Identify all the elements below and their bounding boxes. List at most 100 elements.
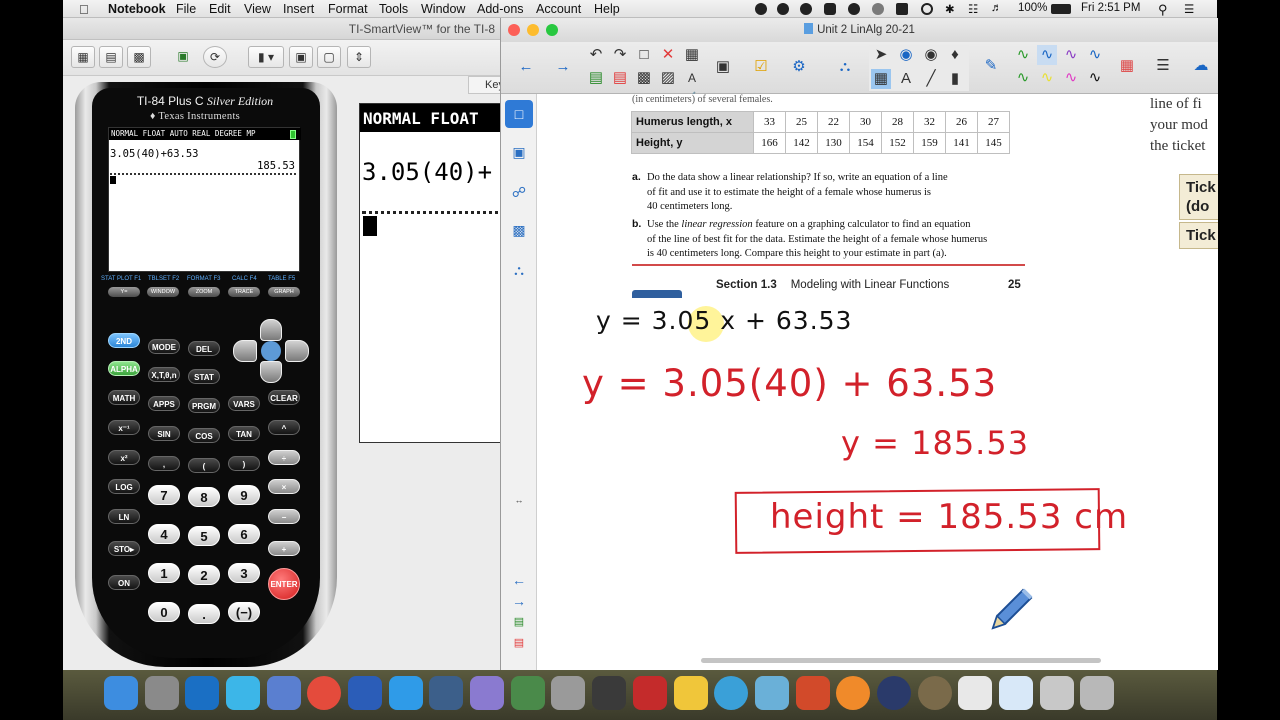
sv-open-icon[interactable]: ▤ (99, 46, 123, 68)
key-trace[interactable]: TRACE (228, 287, 260, 297)
sv-print-icon[interactable]: ▩ (127, 46, 151, 68)
pen-green-icon[interactable]: ∿ (1013, 45, 1033, 65)
magic-pen-icon[interactable]: ♦ (945, 45, 965, 65)
key-vars[interactable]: VARS (228, 396, 260, 411)
cloud-tool-icon[interactable]: ☁ (1191, 56, 1211, 76)
close-window-icon[interactable] (508, 24, 520, 36)
menu-edit[interactable]: Edit (209, 2, 231, 16)
key-window[interactable]: WINDOW (147, 287, 179, 297)
key-cos[interactable]: COS (188, 428, 220, 443)
word-icon[interactable] (348, 676, 382, 710)
system-preferences-icon[interactable] (551, 676, 585, 710)
key-3[interactable]: 3 (228, 563, 260, 583)
apple-icon[interactable]:  (79, 2, 89, 17)
key-2[interactable]: 2 (188, 565, 220, 585)
key-store[interactable]: STO▸ (108, 541, 140, 556)
line-tool-icon[interactable]: ╱ (921, 69, 941, 89)
sv-screen-capture-icon[interactable]: ▣ (289, 46, 313, 68)
notes-icon[interactable] (226, 676, 260, 710)
key-square[interactable]: x² (108, 450, 140, 465)
key-y-equals[interactable]: Y= (108, 287, 140, 297)
time-machine-icon[interactable] (921, 3, 933, 15)
screen-icon[interactable] (896, 3, 908, 15)
screenshot-icon[interactable] (1040, 676, 1074, 710)
key-mode[interactable]: MODE (148, 339, 180, 354)
color-palette-icon[interactable]: ▦ (1117, 56, 1137, 76)
record-icon[interactable] (755, 3, 767, 15)
key-8[interactable]: 8 (188, 487, 220, 507)
key-xton[interactable]: X,T,θ,n (148, 367, 180, 382)
menu-app-name[interactable]: Notebook (108, 2, 166, 16)
key-prgm[interactable]: PRGM (188, 398, 220, 413)
pen-tool-icon[interactable]: ✎ (981, 56, 1001, 76)
key-7[interactable]: 7 (148, 485, 180, 505)
key-power[interactable]: ^ (268, 420, 300, 435)
clock[interactable]: Fri 2:51 PM (1081, 2, 1140, 14)
folder-icon[interactable] (800, 3, 812, 15)
key-6[interactable]: 6 (228, 524, 260, 544)
pen-magenta-icon[interactable]: ∿ (1061, 68, 1081, 88)
sync-icon[interactable] (777, 3, 789, 15)
key-alpha[interactable]: ALPHA (108, 361, 140, 376)
spreadsheet-icon[interactable] (999, 676, 1033, 710)
key-negative[interactable]: (−) (228, 602, 260, 622)
key-left-paren[interactable]: ( (188, 458, 220, 473)
text-tool-icon[interactable]: A (896, 69, 916, 89)
notification-icon[interactable] (848, 3, 860, 15)
page-sorter-icon[interactable]: □ (505, 100, 533, 128)
key-minus[interactable]: − (268, 509, 300, 524)
quicktime-icon[interactable] (429, 676, 463, 710)
highlighter-yellow-icon[interactable]: ∿ (1037, 68, 1057, 88)
key-zoom[interactable]: ZOOM (188, 287, 220, 297)
audio-icon[interactable] (592, 676, 626, 710)
sv-view-icon[interactable]: ▢ (317, 46, 341, 68)
eraser-icon[interactable]: ▮ (945, 69, 965, 89)
remove-page-icon[interactable]: ▤ (610, 68, 630, 88)
key-apps[interactable]: APPS (148, 396, 180, 411)
key-comma[interactable]: , (148, 456, 180, 471)
key-tan[interactable]: TAN (228, 426, 260, 441)
big-ideas-math-icon[interactable] (267, 676, 301, 710)
key-stat[interactable]: STAT (188, 369, 220, 384)
activity-icon[interactable]: ☑ (751, 57, 771, 77)
wifi-icon[interactable]: ☷ (968, 2, 978, 16)
smartboard-icon[interactable] (511, 676, 545, 710)
menu-view[interactable]: View (244, 2, 271, 16)
save-icon[interactable]: ▩ (634, 68, 654, 88)
battery-icon[interactable] (1051, 4, 1071, 14)
key-left-arrow-icon[interactable] (233, 340, 257, 362)
sv-refresh-icon[interactable]: ⟳ (203, 46, 227, 68)
app-store-icon[interactable] (389, 676, 423, 710)
menu-list-icon[interactable]: ☰ (1184, 2, 1194, 16)
table-icon[interactable]: ▦ (682, 45, 702, 65)
add-ons-icon[interactable]: ⛬ (835, 57, 855, 77)
safari-icon[interactable] (714, 676, 748, 710)
pen-black-icon[interactable]: ∿ (1085, 68, 1105, 88)
menu-account[interactable]: Account (536, 2, 581, 16)
key-multiply[interactable]: × (268, 479, 300, 494)
menu-help[interactable]: Help (594, 2, 620, 16)
key-on[interactable]: ON (108, 575, 140, 590)
notebook-canvas[interactable]: (in centimeters) of several females. Hum… (538, 94, 1218, 670)
menu-tools[interactable]: Tools (379, 2, 408, 16)
delete-icon[interactable]: ✕ (658, 45, 678, 65)
smart-ink-icon[interactable]: ⚙ (789, 57, 809, 77)
key-divide[interactable]: ÷ (268, 450, 300, 465)
preview-icon[interactable] (470, 676, 504, 710)
key-up-arrow-icon[interactable] (260, 319, 282, 341)
key-enter[interactable]: ENTER (268, 568, 300, 600)
minimize-window-icon[interactable] (527, 24, 539, 36)
sv-cube-icon[interactable]: ▣ (171, 46, 195, 68)
menu-add-ons[interactable]: Add-ons (477, 2, 524, 16)
properties-panel-icon[interactable]: ▩ (505, 216, 533, 244)
key-inverse[interactable]: x⁻¹ (108, 420, 140, 435)
menu-format[interactable]: Format (328, 2, 368, 16)
cloud-icon[interactable] (824, 3, 836, 15)
pen-green2-icon[interactable]: ∿ (1013, 68, 1033, 88)
pen-blue-icon[interactable]: ∿ (1037, 45, 1057, 65)
horizontal-scrollbar[interactable] (701, 658, 1101, 663)
sv-expand-icon[interactable]: ⇕ (347, 46, 371, 68)
key-0[interactable]: 0 (148, 602, 180, 622)
add-page-icon[interactable]: ▤ (586, 68, 606, 88)
key-plus[interactable]: + (268, 541, 300, 556)
